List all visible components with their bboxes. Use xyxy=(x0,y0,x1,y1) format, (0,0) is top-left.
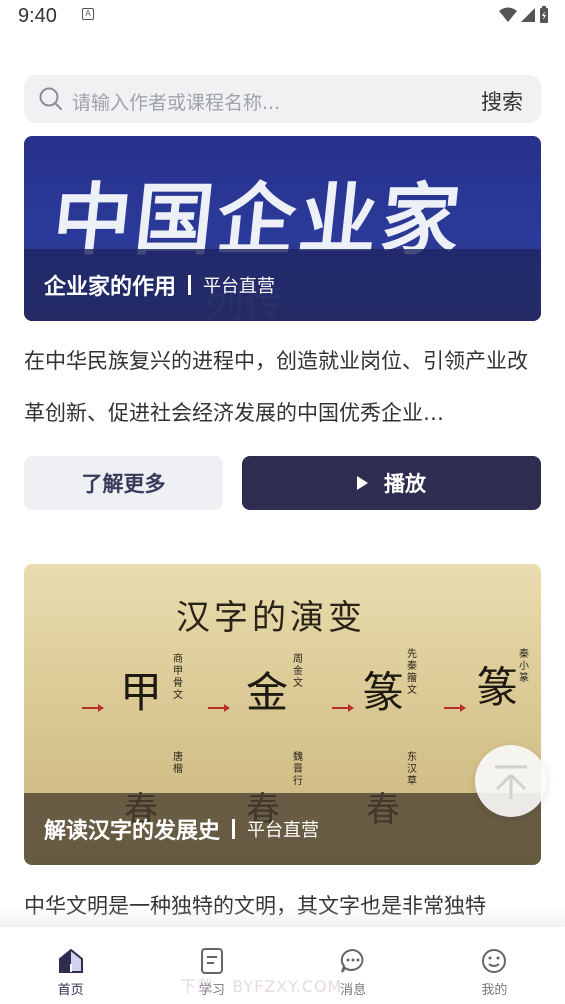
smiley-icon xyxy=(482,949,507,973)
watermark: 下载 · BYFZXY.COM xyxy=(180,977,343,996)
course-description: 在中华民族复兴的进程中，创造就业岗位、引领产业改革创新、促进社会经济发展的中国优… xyxy=(24,349,528,425)
script-label: 秦小篆 xyxy=(519,649,529,684)
notification-icon: A xyxy=(82,8,94,20)
script-label: 魏晋行 xyxy=(293,752,303,787)
caption-divider xyxy=(232,819,236,839)
arrow xyxy=(444,704,466,712)
tab-home[interactable]: 首页 xyxy=(0,927,141,1004)
scroll-to-top-button[interactable] xyxy=(475,745,547,817)
course-title: 企业家的作用 xyxy=(44,275,177,300)
search-icon xyxy=(39,87,62,110)
banner-caption: 解读汉字的发展史 平台直营 xyxy=(24,793,541,865)
script-label: 先秦籀文 xyxy=(407,649,417,696)
tab-profile[interactable]: 我的 xyxy=(424,927,565,1004)
course-banner-2[interactable]: 汉字的演变 商甲骨文 甲 周金文 金 先秦籀文 篆 秦小篆 篆 唐楷 魏晋行 东… xyxy=(24,564,541,865)
battery-icon xyxy=(540,6,548,23)
glyph: 甲 xyxy=(120,668,163,717)
course-tag: 平台直营 xyxy=(247,820,320,841)
wifi-icon xyxy=(499,7,517,22)
learn-more-button[interactable]: 了解更多 xyxy=(24,456,223,510)
arrow xyxy=(208,704,230,712)
play-label: 播放 xyxy=(384,472,426,496)
search-bar[interactable]: 请输入作者或课程名称... 搜索 xyxy=(24,75,541,123)
play-icon xyxy=(357,476,368,490)
arrow-up-icon xyxy=(495,765,527,799)
banner-caption: 企业家的作用 平台直营 xyxy=(24,249,541,321)
banner-heading: 汉字的演变 xyxy=(176,598,366,638)
caption-divider xyxy=(188,275,192,295)
course-title: 解读汉字的发展史 xyxy=(44,819,221,844)
glyph: 篆 xyxy=(362,668,405,717)
arrow xyxy=(82,704,104,712)
chat-bubble-icon xyxy=(340,948,364,973)
script-label: 商甲骨文 xyxy=(173,654,183,701)
status-bar: 9:40 A xyxy=(0,0,565,34)
glyph: 篆 xyxy=(476,663,519,712)
play-button[interactable]: 播放 xyxy=(242,456,541,510)
tab-label: 首页 xyxy=(57,983,84,998)
status-icons xyxy=(499,6,549,24)
tab-bar-shadow xyxy=(0,905,565,927)
search-button[interactable]: 搜索 xyxy=(481,86,523,116)
course-banner-1[interactable]: 中国企业家 列传 企业家的作用 平台直营 xyxy=(24,136,541,321)
tab-label: 我的 xyxy=(481,983,508,998)
glyph: 金 xyxy=(246,668,289,717)
signal-icon xyxy=(521,8,535,22)
tab-label: 消息 xyxy=(340,983,367,998)
home-icon xyxy=(58,948,83,973)
script-label: 东汉草 xyxy=(407,752,417,787)
search-input[interactable]: 请输入作者或课程名称... xyxy=(72,88,280,115)
course-tag: 平台直营 xyxy=(203,276,276,297)
script-label: 唐楷 xyxy=(173,752,183,775)
status-time: 9:40 xyxy=(18,5,57,27)
document-icon xyxy=(200,948,223,974)
learn-more-label: 了解更多 xyxy=(81,472,166,496)
arrow xyxy=(332,704,354,712)
script-label: 周金文 xyxy=(293,654,303,689)
